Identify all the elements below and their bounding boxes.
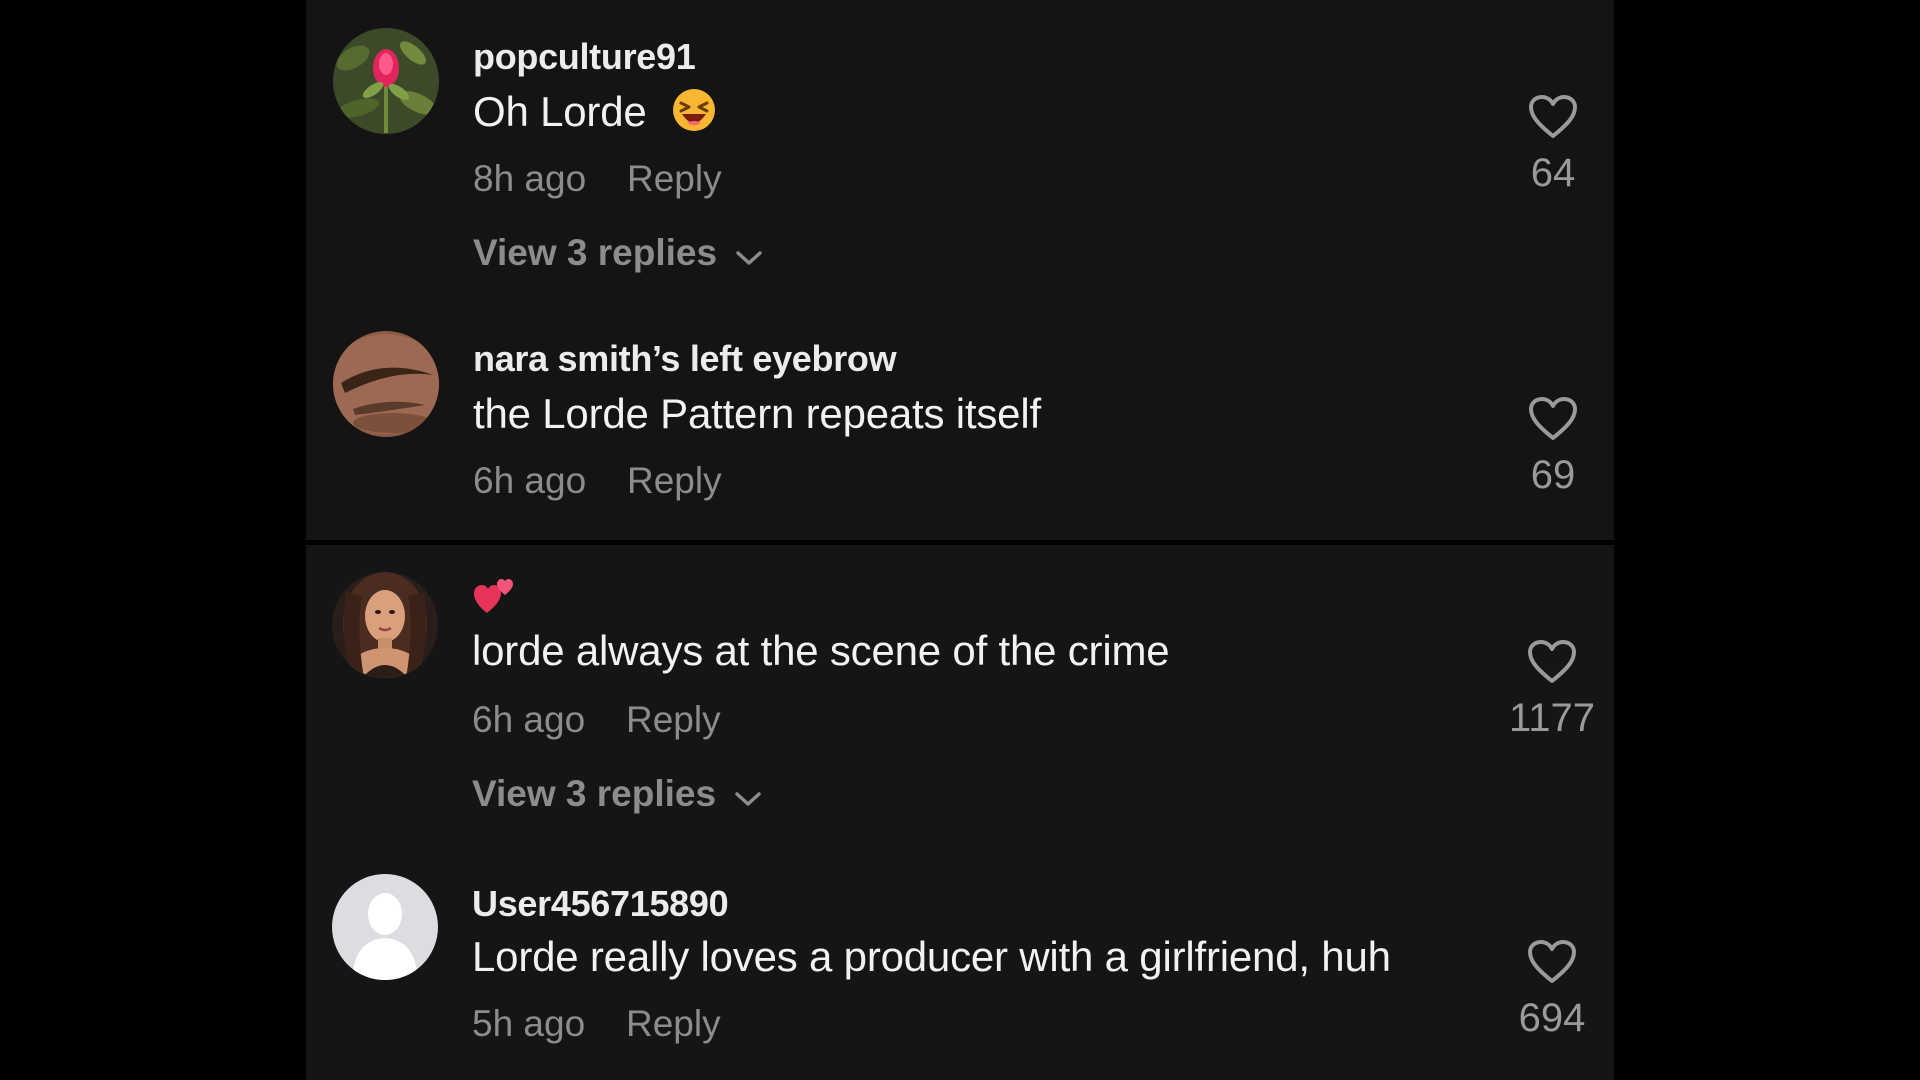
heart-outline-icon[interactable]	[1492, 939, 1612, 990]
comment-username[interactable]: nara smith’s left eyebrow	[473, 338, 897, 380]
comment-timestamp: 5h ago	[472, 1003, 586, 1044]
view-replies-label: View 3 replies	[473, 232, 718, 273]
comment-item: User456715890 Lorde really loves a produ…	[306, 847, 1614, 1044]
comment-item: lorde always at the scene of the crime 6…	[306, 545, 1614, 814]
like-control: 1177	[1492, 639, 1612, 741]
heart-outline-icon[interactable]	[1493, 396, 1613, 447]
laughing-face-emoji-icon	[672, 88, 716, 142]
view-replies-button[interactable]: View 3 replies	[473, 232, 763, 276]
two-hearts-emoji-icon	[473, 579, 515, 625]
view-replies-label: View 3 replies	[472, 773, 717, 814]
reply-button[interactable]: Reply	[626, 699, 721, 741]
chevron-down-icon	[734, 775, 762, 817]
like-count: 1177	[1508, 696, 1595, 740]
avatar-flower-image	[333, 28, 439, 134]
avatar[interactable]	[332, 572, 438, 678]
avatar-eyebrow-image	[333, 331, 439, 437]
comment-username[interactable]	[473, 577, 515, 626]
comments-panel-top: popculture91 Oh Lorde 8h ago Reply View 3…	[306, 0, 1614, 540]
comments-panel-bottom: lorde always at the scene of the crime 6…	[306, 545, 1614, 1080]
avatar[interactable]	[333, 331, 439, 437]
heart-outline-icon[interactable]	[1493, 94, 1613, 145]
comment-text: the Lorde Pattern repeats itself	[473, 390, 1041, 437]
view-replies-button[interactable]: View 3 replies	[472, 773, 762, 817]
avatar[interactable]	[332, 874, 438, 980]
like-control: 64	[1493, 94, 1613, 196]
like-control: 69	[1493, 396, 1613, 498]
like-count: 69	[1530, 453, 1576, 497]
comment-text: Oh Lorde	[473, 88, 716, 142]
avatar[interactable]	[333, 28, 439, 134]
comment-text: Lorde really loves a producer with a gir…	[472, 933, 1391, 980]
comment-username[interactable]: User456715890	[472, 883, 729, 925]
like-control: 694	[1492, 939, 1612, 1041]
comment-meta: 6h ago Reply	[472, 699, 721, 741]
comment-timestamp: 6h ago	[473, 460, 587, 501]
chevron-down-icon	[735, 234, 763, 276]
comment-meta: 5h ago Reply	[472, 1003, 721, 1045]
comment-username[interactable]: popculture91	[473, 36, 696, 78]
reply-button[interactable]: Reply	[626, 1003, 721, 1045]
comment-timestamp: 6h ago	[472, 699, 586, 740]
comment-text: lorde always at the scene of the crime	[472, 627, 1170, 674]
avatar-woman-image	[332, 572, 438, 678]
reply-button[interactable]: Reply	[627, 460, 722, 502]
comment-meta: 6h ago Reply	[473, 460, 722, 502]
reply-button[interactable]: Reply	[627, 158, 722, 200]
comment-timestamp: 8h ago	[473, 158, 587, 199]
comment-item: nara smith’s left eyebrow the Lorde Patt…	[306, 302, 1614, 501]
comment-meta: 8h ago Reply	[473, 158, 722, 200]
comment-item: popculture91 Oh Lorde 8h ago Reply View 3…	[306, 0, 1614, 273]
like-count: 64	[1530, 151, 1576, 195]
heart-outline-icon[interactable]	[1492, 639, 1612, 690]
comment-text-content: Oh Lorde	[473, 88, 647, 136]
like-count: 694	[1518, 996, 1586, 1040]
default-user-avatar-icon	[332, 874, 438, 980]
